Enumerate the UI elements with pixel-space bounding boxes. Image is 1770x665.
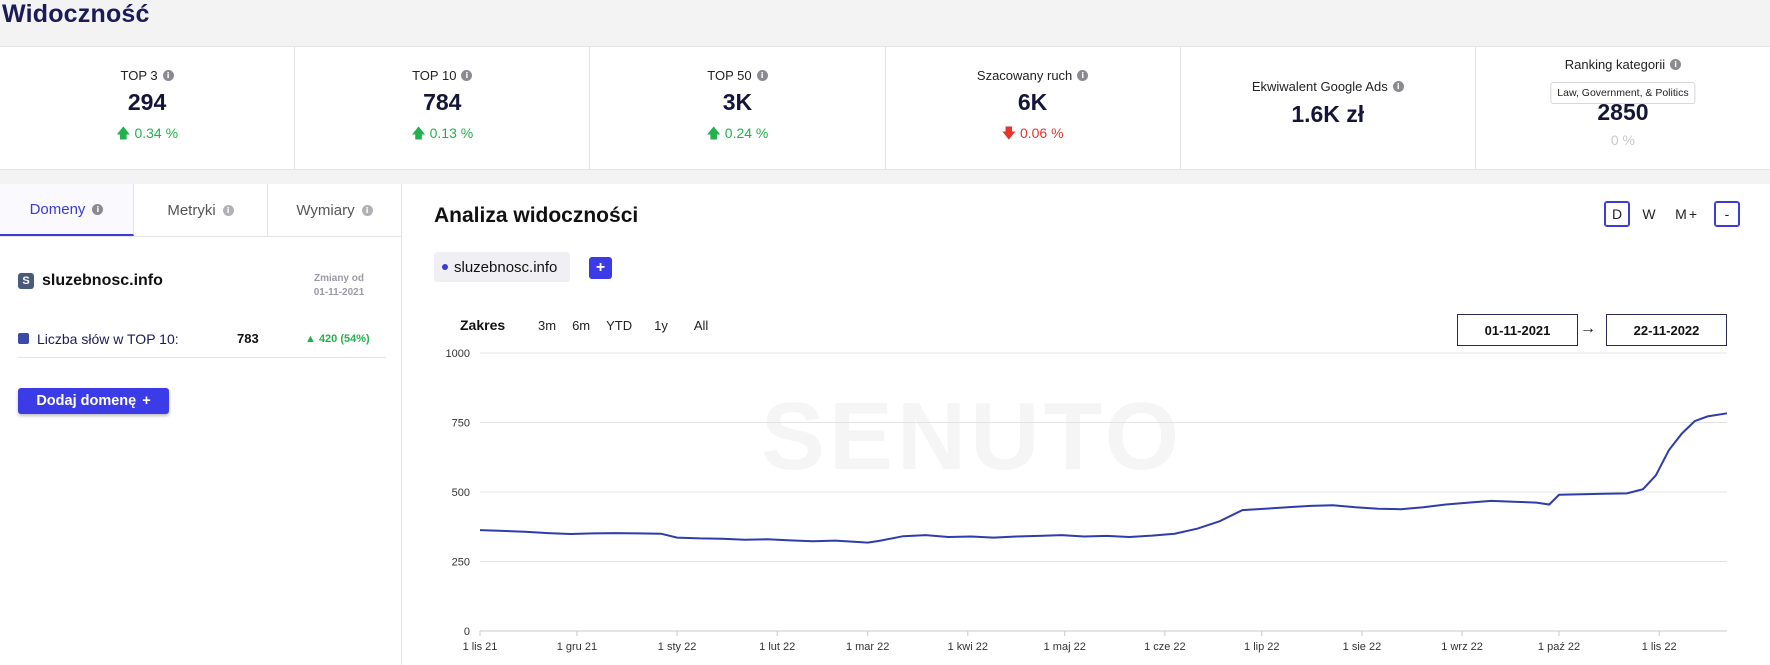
domain-name[interactable]: sluzebnosc.info [42, 272, 163, 290]
stat-top50: TOP 50 i 3K 🡅 0.24 % [590, 47, 886, 169]
changes-since: Zmiany od 01-11-2021 [313, 273, 365, 298]
info-icon[interactable]: i [1670, 59, 1682, 70]
info-icon: i [222, 204, 234, 216]
stat-google-ads: Ekwiwalent Google Ads i 1.6K zł [1181, 47, 1476, 169]
range-all[interactable]: All [676, 318, 716, 333]
info-icon: i [92, 203, 104, 215]
analysis-title: Analiza widoczności [434, 204, 639, 227]
x-tick-label: 1 lis 22 [1642, 641, 1677, 653]
panel-tabs: Domeny i Metryki i Wymiary i [0, 184, 401, 237]
x-tick-label: 1 lis 21 [463, 641, 498, 653]
visibility-chart[interactable]: SENUTO 02505007501000 1 lis 211 gru 211 … [402, 349, 1770, 665]
stats-bar: TOP 3 i 294 🡅 0.34 % TOP 10 i 784 🡅 0.13 %… [0, 46, 1770, 170]
date-to-input[interactable]: 22-11-2022 [1606, 314, 1727, 346]
range-1y[interactable]: 1y [640, 318, 676, 333]
stat-label: Ekwiwalent Google Ads [1251, 79, 1388, 94]
stat-change: 0.24 % [724, 125, 769, 141]
x-axis: 1 lis 21 1 gru 21 1 sty 22 1 lut 22 1 mar 22… [463, 631, 1677, 653]
arrow-up-icon: 🡅 [706, 125, 721, 141]
arrow-down-icon: 🡇 [1001, 125, 1017, 141]
series-chip[interactable]: sluzebnosc.info [434, 252, 571, 282]
period-day-button[interactable]: D [1604, 201, 1630, 227]
stat-label: TOP 3 [120, 68, 158, 83]
info-icon[interactable]: i [162, 70, 174, 81]
y-tick-label: 1000 [446, 349, 470, 360]
stat-change: 0.34 % [134, 125, 179, 141]
range-label: Zakres [460, 317, 506, 333]
tab-domains[interactable]: Domeny i [0, 184, 134, 236]
arrow-right-icon: → [1580, 320, 1596, 337]
x-tick-label: 1 paź 22 [1538, 641, 1580, 653]
info-icon[interactable]: i [461, 70, 473, 81]
x-tick-label: 1 maj 22 [1044, 641, 1086, 653]
metric-label: Liczba słów w TOP 10: [37, 330, 179, 347]
visibility-analysis-panel: Analiza widoczności D W M + - sluzebnosc… [402, 184, 1770, 665]
x-tick-label: 1 sty 22 [658, 641, 697, 653]
metric-row: Liczba słów w TOP 10: 783 ▲ 420 (54%) [18, 328, 386, 358]
metric-value: 783 [237, 331, 259, 346]
stat-label: Szacowany ruch [976, 68, 1073, 83]
x-tick-label: 1 cze 22 [1144, 641, 1186, 653]
y-axis: 0 250 500 750 1000 [446, 349, 470, 638]
stat-top3: TOP 3 i 294 🡅 0.34 % [0, 47, 296, 169]
stat-value: 6K [1017, 89, 1048, 115]
tab-metrics[interactable]: Metryki i [134, 184, 268, 236]
range-options: 3m 6m YTD 1y All [530, 318, 716, 333]
arrow-up-icon: 🡅 [116, 125, 131, 141]
x-tick-label: 1 wrz 22 [1441, 641, 1483, 653]
tab-dimensions[interactable]: Wymiary i [268, 184, 401, 236]
zoom-out-button[interactable]: - [1714, 201, 1740, 227]
stat-value: 1.6K zł [1291, 101, 1365, 127]
stat-change: 0.13 % [429, 125, 474, 141]
stat-value: 784 [423, 89, 462, 115]
y-tick-label: 0 [464, 626, 470, 638]
add-domain-button[interactable]: Dodaj domenę + [18, 388, 169, 414]
stat-value: 3K [722, 89, 753, 115]
plus-icon: + [142, 393, 151, 409]
page-title: Widoczność [2, 0, 150, 28]
info-icon[interactable]: i [1392, 81, 1404, 92]
stat-traffic: Szacowany ruch i 6K 🡇 0.06 % [886, 47, 1181, 169]
range-6m[interactable]: 6m [564, 318, 598, 333]
x-tick-label: 1 sie 22 [1343, 641, 1382, 653]
range-3m[interactable]: 3m [530, 318, 564, 333]
watermark: SENUTO [761, 383, 1183, 490]
range-ytd[interactable]: YTD [598, 318, 640, 333]
y-tick-label: 500 [452, 487, 470, 499]
info-icon[interactable]: i [1077, 70, 1089, 81]
x-tick-label: 1 lut 22 [759, 641, 795, 653]
x-tick-label: 1 mar 22 [846, 641, 889, 653]
y-tick-label: 750 [452, 418, 470, 430]
stat-value: 2850 [1597, 99, 1649, 125]
metric-change: ▲ 420 (54%) [305, 332, 370, 345]
x-tick-label: 1 lip 22 [1244, 641, 1279, 653]
x-tick-label: 1 kwi 22 [948, 641, 988, 653]
site-favicon-icon: S [18, 273, 34, 289]
zoom-controls: + - [1680, 201, 1740, 227]
domains-panel: Domeny i Metryki i Wymiary i S sluzebnosc.i… [0, 184, 402, 665]
series-color-swatch [18, 333, 29, 344]
domain-row: S sluzebnosc.info [18, 272, 163, 290]
stat-change: 0 % [1610, 132, 1635, 148]
y-tick-label: 250 [452, 557, 470, 569]
stat-label: TOP 10 [412, 68, 457, 83]
add-series-button[interactable]: + [589, 257, 612, 279]
period-week-button[interactable]: W [1636, 201, 1662, 227]
stat-category-ranking: Ranking kategorii i Law, Government, & Po… [1476, 47, 1770, 169]
stat-change: 0.06 % [1019, 125, 1064, 141]
stat-top10: TOP 10 i 784 🡅 0.13 % [295, 47, 591, 169]
x-tick-label: 1 gru 21 [557, 641, 597, 653]
stat-label: TOP 50 [707, 68, 752, 83]
info-icon: i [361, 204, 373, 216]
stat-value: 294 [127, 89, 167, 115]
stat-label: Ranking kategorii [1564, 57, 1666, 72]
zoom-in-button[interactable]: + [1680, 201, 1706, 227]
date-from-input[interactable]: 01-11-2021 [1457, 314, 1578, 346]
series-dot-icon [442, 264, 448, 270]
arrow-up-icon: 🡅 [411, 125, 426, 141]
info-icon[interactable]: i [756, 70, 768, 81]
